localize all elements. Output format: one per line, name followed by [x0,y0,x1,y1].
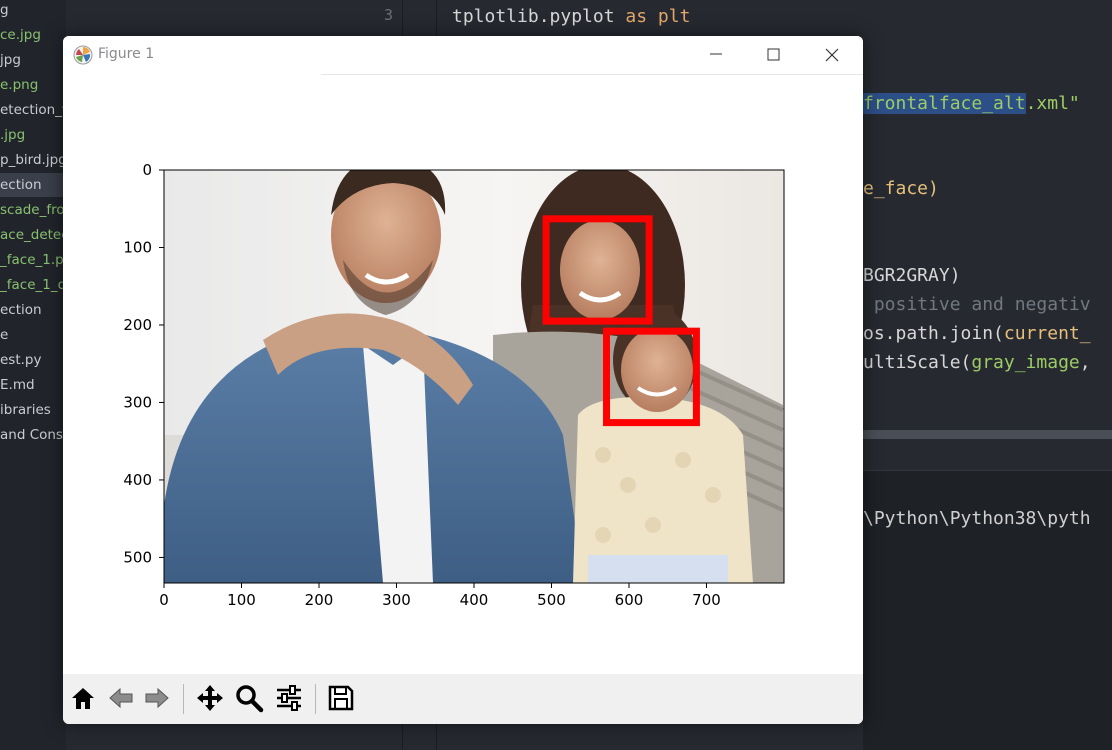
maximize-icon [767,48,780,61]
file-tree-item[interactable]: ibraries [0,398,66,422]
file-tree-item[interactable]: E.md [0,373,66,397]
home-icon [72,688,94,709]
toolbar-separator [315,684,316,714]
code-line-cvtcolor: BGR2GRAY) [863,265,961,286]
file-tree-item[interactable]: scade_fron [0,198,66,222]
sliders-icon [277,685,301,711]
x-tick-label: 400 [460,591,489,609]
window-title: Figure 1 [98,46,155,62]
y-tick-label: 100 [123,238,152,256]
photo-image [164,170,784,583]
back-button[interactable] [104,681,138,715]
x-tick-label: 700 [692,591,721,609]
minimize-icon [710,53,722,55]
y-tick-label: 200 [123,316,152,334]
close-button[interactable] [803,36,861,74]
maximize-button[interactable] [744,36,802,74]
file-tree-item[interactable]: ce.jpg [0,23,66,47]
x-tick-label: 500 [537,591,566,609]
terminal-panel[interactable]: \Python\Python38\pyth [863,470,1112,750]
code-line-face-call: e_face) [863,178,939,199]
toolbar-separator [183,684,184,714]
file-tree-item[interactable]: e [0,323,66,347]
back-arrow-icon [109,687,133,709]
file-tree-item[interactable]: g [0,0,66,22]
code-line-comment: positive and negativ [863,294,1091,315]
y-tick-label: 0 [142,161,152,179]
forward-button[interactable] [140,681,174,715]
file-tree-item[interactable]: est.py [0,348,66,372]
magnifier-icon [236,685,264,713]
x-tick-label: 600 [615,591,644,609]
pan-button[interactable] [193,681,227,715]
file-tree-sidebar: g ce.jpg jpg e.png etection_v .jpg p_bird.jpg e… [0,0,66,750]
horizontal-scrollbar[interactable] [863,430,1112,439]
file-tree-item[interactable]: and Cons [0,423,66,447]
y-tick-label: 500 [123,548,152,566]
x-tick-label: 0 [159,591,169,609]
x-tick-label: 300 [382,591,411,609]
home-button[interactable] [66,681,100,715]
x-tick-label: 200 [305,591,334,609]
forward-arrow-icon [145,687,169,709]
code-line-detect: ultiScale(gray_image, [863,352,1091,373]
file-tree-item[interactable]: ection [0,173,66,197]
y-tick-label: 400 [123,471,152,489]
file-tree-item[interactable]: etection_v [0,98,66,122]
navigation-toolbar [63,674,863,724]
y-tick-label: 300 [123,393,152,411]
close-icon [825,48,839,62]
file-tree-item[interactable]: ection [0,298,66,322]
code-line-cascade: frontalface_alt.xml" [863,93,1080,114]
terminal-path: \Python\Python38\pyth [863,508,1091,529]
file-tree-item[interactable]: ace_detec [0,223,66,247]
file-tree-item[interactable]: _face_1.py [0,248,66,272]
configure-subplots-button[interactable] [272,681,306,715]
file-tree-item[interactable]: _face_1_o [0,273,66,297]
save-button[interactable] [324,681,358,715]
file-tree-item[interactable]: jpg [0,48,66,72]
file-tree-item[interactable]: e.png [0,73,66,97]
file-tree-item[interactable]: p_bird.jpg [0,148,66,172]
window-titlebar[interactable]: Figure 1 [63,36,863,74]
minimize-button[interactable] [687,36,745,74]
move-icon [197,685,223,711]
code-line-path-join: os.path.join(current_ [863,323,1091,344]
floppy-disk-icon [328,685,354,711]
code-line-3: tplotlib.pyplot as plt [452,6,691,27]
line-number: 3 [384,6,394,24]
plot-canvas[interactable]: 0 100 200 300 400 500 600 700 0 100 200 300 400 500 [63,75,863,674]
zoom-button[interactable] [232,681,266,715]
matplotlib-app-icon [73,45,93,65]
x-tick-label: 100 [227,591,256,609]
file-tree-item[interactable]: .jpg [0,123,66,147]
matplotlib-figure-window[interactable]: Figure 1 0 100 200 300 400 500 600 700 0… [63,36,863,724]
